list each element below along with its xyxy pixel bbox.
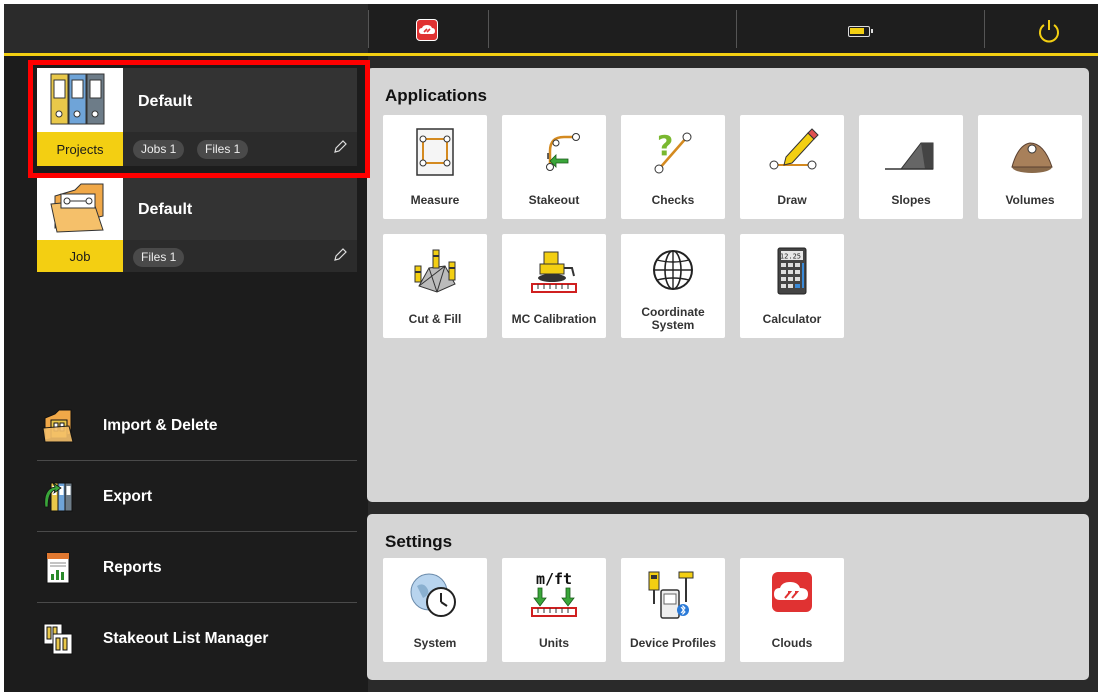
- app-tile-coordinate-system[interactable]: Coordinate System: [621, 234, 725, 338]
- job-name: Default: [138, 201, 193, 218]
- stakeout-list-icon: [43, 623, 73, 655]
- tile-label: Calculator: [762, 311, 822, 326]
- units-glyph: m/ft: [536, 570, 572, 588]
- draw-icon: [769, 128, 819, 170]
- menu-label: Import & Delete: [103, 416, 218, 434]
- app-tile-calculator[interactable]: 12.25 Calculator: [740, 234, 844, 338]
- cut-fill-icon: [414, 249, 456, 293]
- import-delete-icon: [42, 409, 74, 442]
- settings-panel: Settings System m/ft Units Device Profil…: [367, 514, 1089, 680]
- job-folder-icon: [37, 176, 123, 240]
- menu-item-stakeout-list-manager[interactable]: Stakeout List Manager: [37, 604, 357, 674]
- settings-heading: Settings: [385, 532, 453, 551]
- app-tile-stakeout[interactable]: Stakeout: [502, 115, 606, 219]
- slopes-icon: [885, 142, 934, 170]
- job-tag: Job: [37, 240, 123, 272]
- settings-tile-units[interactable]: m/ft Units: [502, 558, 606, 662]
- settings-tile-system[interactable]: System: [383, 558, 487, 662]
- checks-icon: ?: [654, 129, 692, 174]
- app-tile-measure[interactable]: Measure: [383, 115, 487, 219]
- applications-panel: Applications Measure Stakeout ? Checks D…: [367, 68, 1089, 502]
- export-icon: [44, 481, 73, 511]
- power-icon[interactable]: [1036, 18, 1062, 44]
- divider: [488, 10, 489, 48]
- globe-icon: [653, 250, 693, 290]
- units-icon: m/ft: [531, 570, 577, 617]
- tile-label: Checks: [651, 192, 695, 207]
- volumes-icon: [1011, 142, 1053, 173]
- tile-label: Coordinate System: [641, 305, 705, 332]
- app-tile-cut-fill[interactable]: Cut & Fill: [383, 234, 487, 338]
- app-screen: Projects Default Jobs 1 Files 1 Job Defa…: [4, 4, 1098, 692]
- tile-label: Clouds: [771, 635, 813, 650]
- menu-label: Stakeout List Manager: [103, 630, 269, 647]
- tile-label: MC Calibration: [511, 311, 597, 326]
- top-bar-left-area: [4, 4, 368, 53]
- top-status-bar: [4, 4, 1098, 56]
- tile-label: System: [413, 635, 457, 650]
- menu-label: Export: [103, 487, 153, 505]
- job-info-strip: Files 1: [123, 240, 357, 272]
- files-count-badge: Files 1: [133, 248, 185, 267]
- device-profiles-icon: [648, 571, 694, 619]
- app-tile-slopes[interactable]: Slopes: [859, 115, 963, 219]
- menu-item-reports[interactable]: Reports: [37, 533, 357, 603]
- calculator-display: 12.25: [780, 253, 801, 261]
- selection-highlight: [28, 60, 370, 178]
- divider: [984, 10, 985, 48]
- job-card[interactable]: Job Default Files 1: [37, 176, 357, 272]
- stakeout-icon: [546, 133, 580, 171]
- tile-label: Stakeout: [528, 192, 580, 207]
- app-tile-checks[interactable]: ? Checks: [621, 115, 725, 219]
- reports-icon: [46, 552, 70, 583]
- app-tile-volumes[interactable]: Volumes: [978, 115, 1082, 219]
- app-tile-mc-calibration[interactable]: MC Calibration: [502, 234, 606, 338]
- tile-label: Slopes: [891, 192, 931, 207]
- divider: [368, 10, 369, 48]
- cloud-status-icon[interactable]: [416, 19, 438, 41]
- tile-label: Volumes: [1005, 192, 1055, 207]
- mc-calibration-icon: [531, 251, 577, 293]
- measure-icon: [416, 128, 454, 176]
- system-clock-icon: [410, 573, 456, 617]
- clouds-icon: [772, 572, 812, 612]
- divider: [736, 10, 737, 48]
- menu-label: Reports: [103, 558, 162, 576]
- menu-item-export[interactable]: Export: [37, 462, 357, 532]
- app-tile-draw[interactable]: Draw: [740, 115, 844, 219]
- tile-label: Cut & Fill: [408, 311, 462, 326]
- battery-icon: [848, 26, 873, 37]
- tile-label: Units: [539, 635, 569, 650]
- applications-heading: Applications: [385, 86, 488, 105]
- tile-label: Draw: [777, 192, 807, 207]
- menu-item-import-delete[interactable]: Import & Delete: [37, 391, 357, 461]
- edit-pencil-icon[interactable]: [332, 247, 348, 263]
- tile-label: Measure: [410, 192, 460, 207]
- calculator-icon: 12.25: [777, 247, 807, 295]
- tile-label: Device Profiles: [629, 635, 717, 650]
- settings-tile-device-profiles[interactable]: Device Profiles: [621, 558, 725, 662]
- settings-tile-clouds[interactable]: Clouds: [740, 558, 844, 662]
